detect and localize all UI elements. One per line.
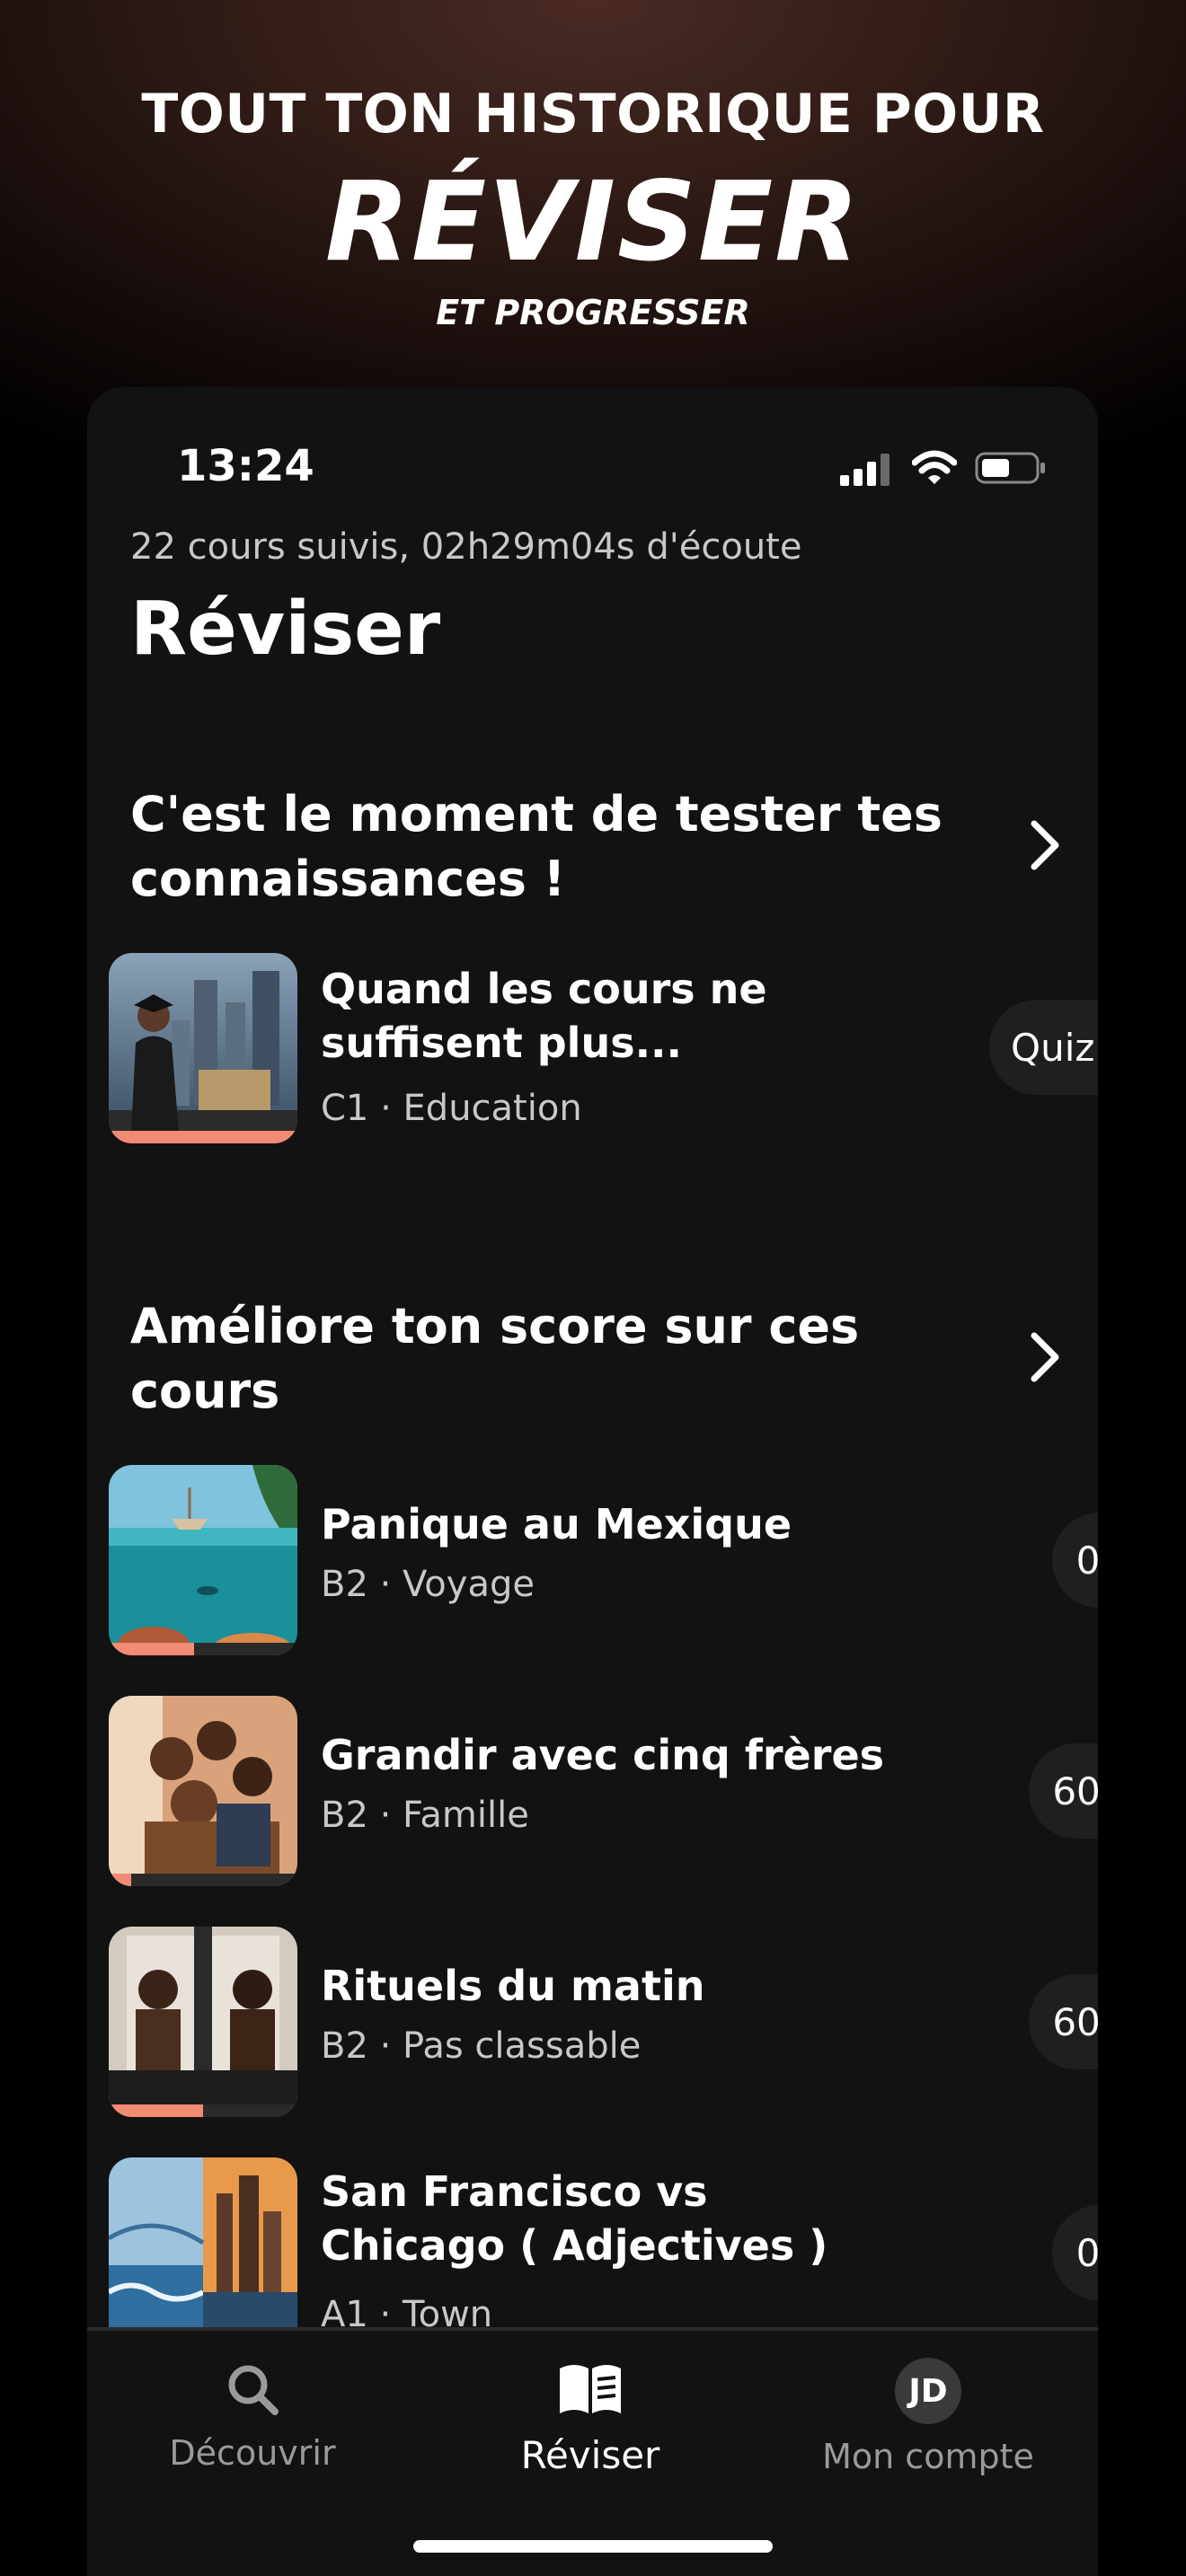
score-badge: 0% <box>1052 2205 1098 2300</box>
course-title: San Francisco vs Chicago ( Adjectives ) <box>321 2167 828 2270</box>
course-title: Quand les cours ne suffisent plus... <box>321 965 767 1067</box>
course-thumbnail-famille <box>109 1696 297 1886</box>
city-image <box>109 2157 297 2348</box>
progress-fill <box>109 2104 203 2117</box>
progress-track <box>109 1874 297 1886</box>
promo-screen: TOUT TON HISTORIQUE POUR RÉVISER ET PROG… <box>0 0 1186 2576</box>
tab-label: Découvrir <box>169 2433 336 2473</box>
beach-image <box>109 1465 297 1655</box>
battery-icon <box>975 452 1045 484</box>
promo-line-2: RÉVISER <box>324 158 862 286</box>
home-indicator[interactable] <box>413 2540 773 2553</box>
avatar: JD <box>895 2358 961 2424</box>
cellular-signal-icon <box>840 454 890 486</box>
course-meta: B2 · Pas classable <box>321 2025 642 2067</box>
phone-screen: 13:24 22 cours suivis, 02h29m04s d'écout… <box>87 387 1098 2576</box>
score-badge: 0% <box>1052 1513 1098 1608</box>
score-badge: 60% <box>1029 1743 1098 1839</box>
course-thumbnail-mexique <box>109 1465 297 1655</box>
page-title: Réviser <box>130 587 441 672</box>
progress-fill <box>109 1131 297 1143</box>
quiz-button[interactable]: Quiz → <box>989 1000 1098 1095</box>
course-thumbnail-rituels <box>109 1927 297 2117</box>
course-title: Panique au Mexique <box>321 1500 792 1548</box>
course-row[interactable]: Grandir avec cinq frères B2 · Famille 60… <box>109 1696 1098 1886</box>
status-time: 13:24 <box>177 441 314 491</box>
chevron-right-icon[interactable] <box>1022 1330 1067 1384</box>
tab-reviser[interactable]: Réviser <box>465 2358 716 2477</box>
status-bar: 13:24 <box>87 387 1098 495</box>
course-title: Grandir avec cinq frères <box>321 1731 885 1779</box>
progress-fill <box>109 1874 132 1886</box>
course-meta: B2 · Famille <box>321 1795 529 1836</box>
course-title: Rituels du matin <box>321 1962 705 2010</box>
course-row[interactable]: Panique au Mexique B2 · Voyage 0% <box>109 1465 1098 1655</box>
course-row[interactable]: Rituels du matin B2 · Pas classable 60% <box>109 1927 1098 2117</box>
course-meta: C1 · Education <box>321 1088 582 1129</box>
tab-mon-compte[interactable]: JD Mon compte <box>802 2358 1054 2476</box>
tab-label: Mon compte <box>822 2437 1034 2476</box>
tab-decouvrir[interactable]: Découvrir <box>127 2358 378 2473</box>
tab-label: Réviser <box>520 2433 660 2477</box>
wifi-icon <box>912 450 957 484</box>
progress-fill <box>109 1643 194 1655</box>
score-badge: 60% <box>1029 1974 1098 2069</box>
course-thumbnail-education <box>109 953 297 1143</box>
course-thumbnail-sf-chicago <box>109 2157 297 2348</box>
bathroom-image <box>109 1927 297 2117</box>
quiz-section-title[interactable]: C'est le moment de tester tes connaissan… <box>130 782 975 912</box>
promo-line-1: TOUT TON HISTORIQUE POUR <box>141 83 1045 146</box>
quiz-course-row[interactable]: Quand les cours ne suffisent plus... C1 … <box>109 953 1098 1143</box>
search-icon <box>228 2365 279 2415</box>
family-image <box>109 1696 297 1886</box>
score-section-title[interactable]: Améliore ton score sur ces cours <box>130 1294 975 1424</box>
history-summary: 22 cours suivis, 02h29m04s d'écoute <box>130 526 802 568</box>
course-meta: B2 · Voyage <box>321 1564 535 1605</box>
tab-bar: Découvrir Réviser JD Mon compte <box>87 2327 1098 2576</box>
book-icon <box>560 2365 621 2413</box>
chevron-right-icon[interactable] <box>1022 818 1067 872</box>
education-image <box>109 953 297 1143</box>
course-row[interactable]: San Francisco vs Chicago ( Adjectives ) … <box>109 2157 1098 2348</box>
promo-line-3: ET PROGRESSER <box>436 293 750 332</box>
